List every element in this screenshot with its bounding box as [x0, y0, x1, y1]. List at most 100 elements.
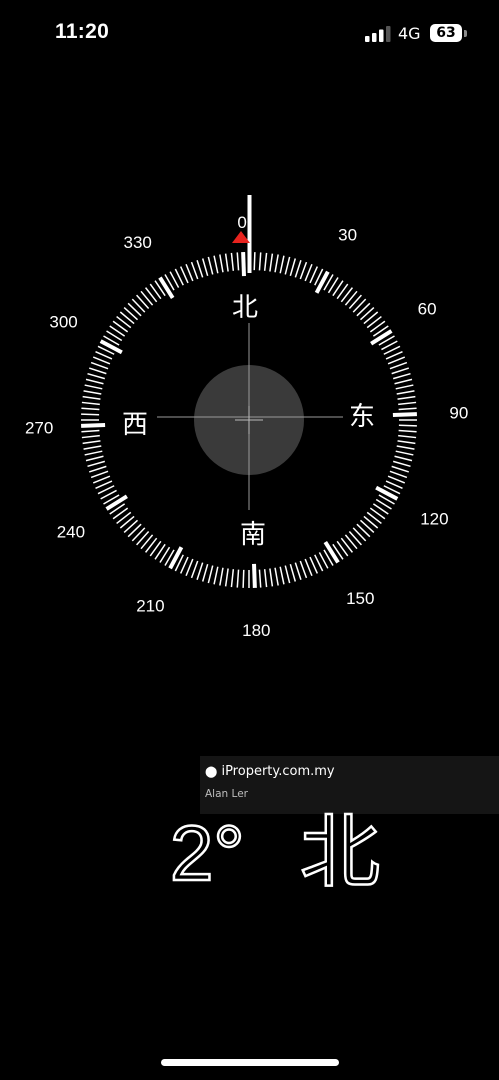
cellular-signal-icon [365, 26, 391, 42]
compass-tick [258, 252, 262, 271]
compass-tick [304, 558, 313, 577]
home-indicator[interactable] [161, 1059, 339, 1066]
status-bar: 11:20 4G 63 [0, 0, 499, 70]
degree-label: 300 [49, 312, 77, 331]
compass-tick [392, 412, 417, 417]
compass-tick [82, 440, 101, 445]
compass-tick [392, 372, 411, 380]
compass-tick [207, 256, 214, 275]
cardinal-north: 北 [232, 293, 258, 323]
compass-tick [207, 565, 214, 584]
compass-tick [258, 569, 262, 588]
compass-tick [213, 566, 219, 585]
compass-tick [398, 429, 417, 433]
compass-tick [196, 259, 204, 278]
compass-tick [263, 252, 268, 271]
compass-tick [185, 263, 194, 282]
heading-readout: 2° 北 [169, 805, 382, 898]
compass-tick [224, 568, 229, 587]
compass-tick [394, 378, 413, 385]
compass-tick [236, 569, 240, 588]
compass-tick [398, 424, 417, 427]
degree-label: 0 [237, 213, 246, 232]
compass-tick [387, 356, 406, 365]
compass-tick [398, 407, 417, 411]
compass-tick [87, 460, 106, 468]
compass-tick [92, 356, 111, 365]
heading-direction: 北 [300, 806, 380, 898]
degree-label: 240 [57, 522, 85, 541]
compass-tick [395, 384, 414, 390]
compass-tick [375, 485, 399, 501]
compass-tick [252, 563, 257, 588]
compass-tick [87, 372, 106, 380]
compass-tick [88, 367, 107, 375]
compass-tick [224, 253, 229, 272]
compass-tick [294, 562, 302, 581]
compass-tick [241, 252, 246, 277]
compass-tick [397, 440, 416, 445]
compass-tick [85, 455, 104, 462]
location-pin-icon: ⬤ [205, 765, 218, 778]
compass-tick [284, 565, 291, 584]
compass-tick [190, 261, 199, 280]
compass-tick [284, 256, 291, 275]
compass-tick [90, 361, 109, 370]
degree-label: 330 [124, 233, 152, 252]
degree-label: 210 [136, 596, 164, 615]
north-marker-triangle [232, 231, 250, 243]
compass-tick [230, 252, 235, 271]
compass-tick [242, 569, 245, 588]
compass-tick [82, 395, 101, 400]
compass-tick [196, 562, 204, 581]
compass-tick [90, 470, 109, 479]
compass-tick [269, 568, 274, 587]
compass-tick [289, 258, 297, 277]
compass-tick [370, 329, 393, 346]
compass-tick [158, 276, 175, 299]
compass-tick [99, 339, 123, 355]
degree-label: 150 [346, 589, 374, 608]
cardinal-east: 东 [349, 402, 375, 432]
compass-tick [84, 384, 103, 390]
compass-tick [389, 470, 408, 479]
compass-tick [219, 254, 224, 273]
compass-tick [190, 560, 199, 579]
compass-tick [230, 569, 235, 588]
compass-tick [294, 259, 302, 278]
compass-tick [263, 569, 268, 588]
compass-tick [279, 255, 285, 274]
degree-label: 120 [420, 510, 448, 529]
compass-tick [397, 395, 416, 400]
compass-tick [289, 563, 297, 582]
compass-tick [396, 390, 415, 395]
compass-tick [323, 541, 340, 564]
degree-label: 270 [25, 418, 53, 437]
compass-tick [84, 450, 103, 456]
compass-tick [389, 361, 408, 370]
battery-cap [464, 30, 467, 37]
compass-tick [92, 475, 111, 484]
compass-tick [236, 252, 240, 271]
compass-tick [85, 378, 104, 385]
compass-tick [398, 401, 417, 406]
compass-tick [201, 563, 209, 582]
compass-tick [168, 546, 184, 570]
compass-tick [395, 450, 414, 456]
compass-tick [81, 429, 100, 433]
battery-icon: 63 [430, 24, 462, 42]
network-type: 4G [398, 24, 421, 43]
compass-tick [279, 566, 285, 585]
degree-label: 60 [418, 300, 437, 319]
compass-tick [81, 434, 100, 439]
compass-tick [253, 252, 256, 271]
compass-dial: 0 30 60 90 120 150 180 210 240 270 300 330 北 东 南 西 [25, 195, 468, 640]
compass-tick [201, 258, 209, 277]
compass-tick [299, 261, 308, 280]
compass-tick [81, 407, 100, 411]
compass-tick [83, 390, 102, 395]
compass-tick [314, 270, 330, 294]
compass-tick [398, 434, 417, 439]
compass-tick [88, 465, 107, 473]
degree-label: 180 [242, 621, 270, 640]
